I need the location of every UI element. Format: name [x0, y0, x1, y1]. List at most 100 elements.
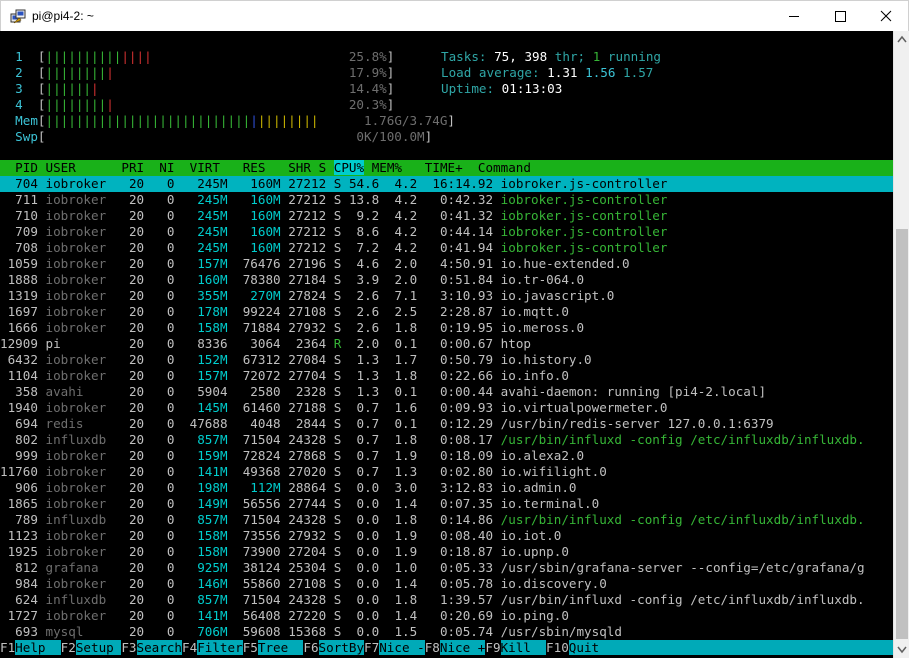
cell-user: avahi [45, 384, 114, 399]
fkey-f6[interactable]: F6 [303, 640, 319, 655]
fkey-f10[interactable]: F10 [546, 640, 569, 655]
function-key-bar: F1Help F2Setup F3SearchF4FilterF5Tree F6… [0, 640, 893, 656]
fkey-label-f3[interactable]: Search [136, 640, 183, 655]
cell-mem: 4.2 [386, 224, 418, 239]
fkey-label-f9[interactable]: Kill [500, 640, 547, 655]
process-row[interactable]: 1727 iobroker 20 0 141M 56408 27220 S 0.… [0, 608, 893, 624]
col-cpu[interactable]: CPU% [333, 160, 365, 175]
process-row[interactable]: 1940 iobroker 20 0 145M 61460 27188 S 0.… [0, 400, 893, 416]
process-row[interactable]: 1697 iobroker 20 0 178M 99224 27108 S 2.… [0, 304, 893, 320]
process-row[interactable]: 12909 pi 20 0 8336 3064 2364 R 2.0 0.1 0… [0, 336, 893, 352]
cell-ni: 0 [151, 416, 175, 431]
process-row[interactable]: 802 influxdb 20 0 857M 71504 24328 S 0.7… [0, 432, 893, 448]
cell-res: 160M [235, 176, 281, 191]
col-pri[interactable]: PRI [121, 160, 144, 175]
process-row[interactable]: 693 mysql 20 0 706M 59608 15368 S 0.0 1.… [0, 624, 893, 640]
process-row[interactable]: 812 grafana 20 0 925M 38124 25304 S 0.0 … [0, 560, 893, 576]
cell-user: iobroker [45, 352, 114, 367]
fkey-label-f4[interactable]: Filter [197, 640, 243, 655]
cell-virt: 47688 [182, 416, 228, 431]
fkey-label-f1[interactable]: Help [15, 640, 61, 655]
cell-cpu: 0.7 [348, 416, 380, 431]
process-row[interactable]: 1123 iobroker 20 0 158M 73556 27932 S 0.… [0, 528, 893, 544]
col-res[interactable]: RES [243, 160, 266, 175]
fkey-f7[interactable]: F7 [364, 640, 380, 655]
cell-pid: 704 [0, 176, 38, 191]
col-shr[interactable]: SHR [288, 160, 311, 175]
col-command[interactable]: Command [478, 160, 531, 175]
col-state[interactable]: S [319, 160, 327, 175]
cell-ni: 0 [151, 448, 175, 463]
cell-command: io.alexa2.0 [500, 448, 585, 463]
cell-shr: 27212 [288, 176, 327, 191]
process-row[interactable]: 1925 iobroker 20 0 158M 73900 27204 S 0.… [0, 544, 893, 560]
cell-res: 56556 [235, 496, 281, 511]
process-row[interactable]: 711 iobroker 20 0 245M 160M 27212 S 13.8… [0, 192, 893, 208]
cell-mem: 4.2 [386, 240, 418, 255]
minimize-button[interactable] [771, 1, 817, 32]
process-table-header[interactable]: PID USER PRI NI VIRT RES SHR S CPU% MEM%… [0, 160, 893, 176]
cell-pri: 20 [121, 544, 145, 559]
cell-cpu: 54.6 [348, 176, 380, 191]
fkey-label-f6[interactable]: SortBy [318, 640, 365, 655]
col-user[interactable]: USER [46, 160, 76, 175]
maximize-button[interactable] [817, 1, 863, 32]
process-row[interactable]: 1104 iobroker 20 0 157M 72072 27704 S 1.… [0, 368, 893, 384]
process-row[interactable]: 984 iobroker 20 0 146M 55860 27108 S 0.0… [0, 576, 893, 592]
process-row[interactable]: 710 iobroker 20 0 245M 160M 27212 S 9.2 … [0, 208, 893, 224]
cell-pri: 20 [121, 608, 145, 623]
col-mem[interactable]: MEM% [372, 160, 402, 175]
process-row[interactable]: 708 iobroker 20 0 245M 160M 27212 S 7.2 … [0, 240, 893, 256]
process-row[interactable]: 1666 iobroker 20 0 158M 71884 27932 S 2.… [0, 320, 893, 336]
process-row[interactable]: 694 redis 20 0 47688 4048 2844 S 0.7 0.1… [0, 416, 893, 432]
cell-virt: 158M [182, 320, 228, 335]
process-row[interactable]: 624 influxdb 20 0 857M 71504 24328 S 0.0… [0, 592, 893, 608]
cell-command: iobroker.js-controller [500, 224, 668, 239]
fkey-f1[interactable]: F1 [0, 640, 16, 655]
scroll-down-arrow-icon[interactable] [894, 641, 909, 658]
fkey-f9[interactable]: F9 [485, 640, 501, 655]
process-row[interactable]: 704 iobroker 20 0 245M 160M 27212 S 54.6… [0, 176, 893, 192]
fkey-f2[interactable]: F2 [60, 640, 76, 655]
process-row[interactable]: 709 iobroker 20 0 245M 160M 27212 S 8.6 … [0, 224, 893, 240]
cell-time: 0:00.44 [424, 384, 494, 399]
fkey-f5[interactable]: F5 [242, 640, 258, 655]
cell-shr: 27212 [288, 208, 327, 223]
process-row[interactable]: 1319 iobroker 20 0 355M 270M 27824 S 2.6… [0, 288, 893, 304]
cell-shr: 27824 [288, 288, 327, 303]
col-virt[interactable]: VIRT [190, 160, 220, 175]
cell-command: /usr/sbin/mysqld [500, 624, 622, 639]
fkey-label-f2[interactable]: Setup [75, 640, 122, 655]
fkey-label-f8[interactable]: Nice + [439, 640, 486, 655]
cell-time: 0:08.17 [424, 432, 494, 447]
process-row[interactable]: 1865 iobroker 20 0 149M 56556 27744 S 0.… [0, 496, 893, 512]
cell-pid: 1123 [0, 528, 38, 543]
process-row[interactable]: 11760 iobroker 20 0 141M 49368 27020 S 0… [0, 464, 893, 480]
minimize-icon [789, 16, 799, 17]
fkey-f8[interactable]: F8 [424, 640, 440, 655]
fkey-label-f7[interactable]: Nice - [379, 640, 425, 655]
col-time[interactable]: TIME+ [425, 160, 463, 175]
cell-pri: 20 [121, 256, 145, 271]
scrollbar-thumb[interactable] [896, 229, 908, 639]
vertical-scrollbar[interactable] [893, 31, 909, 658]
fkey-f3[interactable]: F3 [121, 640, 137, 655]
scroll-up-arrow-icon[interactable] [894, 31, 909, 48]
process-row[interactable]: 358 avahi 20 0 5904 2580 2328 S 1.3 0.1 … [0, 384, 893, 400]
terminal-screen[interactable]: 1 [|||||||||||||| 25.8%] 2 [||||||||| 17… [0, 31, 893, 658]
process-row[interactable]: 999 iobroker 20 0 159M 72824 27868 S 0.7… [0, 448, 893, 464]
close-button[interactable] [863, 1, 909, 32]
fkey-label-f5[interactable]: Tree [257, 640, 304, 655]
process-row[interactable]: 6432 iobroker 20 0 152M 67312 27084 S 1.… [0, 352, 893, 368]
putty-icon[interactable] [10, 9, 26, 25]
process-row[interactable]: 1059 iobroker 20 0 157M 76476 27196 S 4.… [0, 256, 893, 272]
process-row[interactable]: 1888 iobroker 20 0 160M 78380 27184 S 3.… [0, 272, 893, 288]
fkey-label-f10[interactable]: Quit [568, 640, 615, 655]
window-title: pi@pi4-2: ~ [32, 9, 94, 23]
col-pid[interactable]: PID [0, 160, 38, 175]
cell-cpu: 0.0 [348, 544, 380, 559]
process-row[interactable]: 789 influxdb 20 0 857M 71504 24328 S 0.0… [0, 512, 893, 528]
process-row[interactable]: 906 iobroker 20 0 198M 112M 28864 S 0.0 … [0, 480, 893, 496]
fkey-f4[interactable]: F4 [182, 640, 198, 655]
col-ni[interactable]: NI [159, 160, 174, 175]
